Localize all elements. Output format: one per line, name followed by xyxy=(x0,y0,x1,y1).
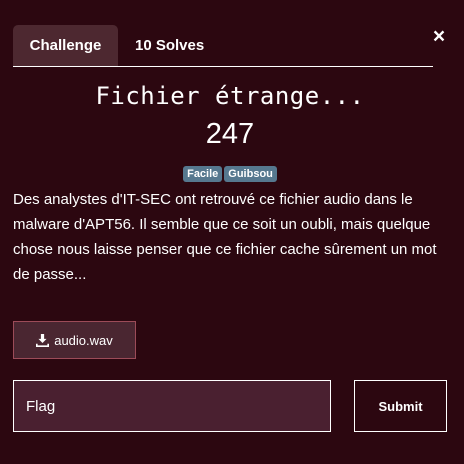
tab-solves[interactable]: 10 Solves xyxy=(135,25,204,66)
challenge-tags: Facile Guibsou xyxy=(0,166,460,182)
tab-challenge-label: Challenge xyxy=(29,37,102,54)
close-icon[interactable]: × xyxy=(433,25,445,48)
challenge-value: 247 xyxy=(205,118,255,150)
tab-bar: Challenge 10 Solves xyxy=(13,25,433,67)
file-name: audio.wav xyxy=(54,332,113,348)
tab-challenge[interactable]: Challenge xyxy=(13,25,118,66)
tag-difficulty: Facile xyxy=(183,166,223,182)
tag-author: Guibsou xyxy=(224,166,277,182)
submit-button[interactable]: Submit xyxy=(354,380,447,432)
tab-solves-label: 10 Solves xyxy=(135,37,205,54)
challenge-description: Des analystes d'IT-SEC ont retrouvé ce f… xyxy=(13,191,437,283)
challenge-modal: × Challenge 10 Solves Fichier étrange...… xyxy=(0,0,464,464)
challenge-title: Fichier étrange... xyxy=(95,82,365,110)
flag-input[interactable] xyxy=(13,380,331,432)
download-icon xyxy=(36,333,50,347)
file-download-button[interactable]: audio.wav xyxy=(13,321,136,359)
